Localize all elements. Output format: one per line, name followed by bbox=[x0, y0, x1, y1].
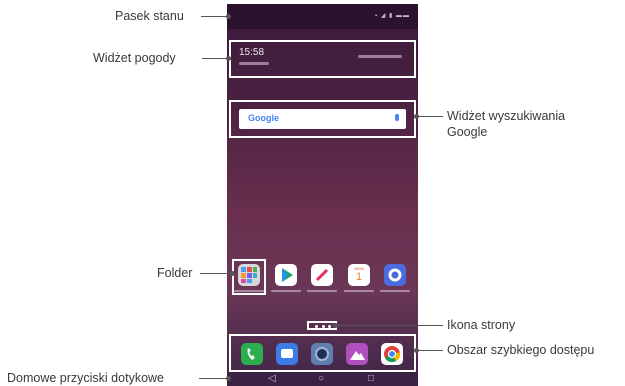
recent-apps-button[interactable]: □ bbox=[368, 373, 374, 384]
calendar-day: 1 bbox=[355, 271, 363, 283]
quick-access-leader bbox=[417, 350, 443, 351]
page-dot-1 bbox=[322, 325, 325, 328]
settings-label bbox=[380, 290, 410, 292]
phone-screen: ▪ ◢ ▮ ▬▬ 15:58 Google MON 1 ◁ ○ □ bbox=[227, 4, 418, 386]
settings-icon[interactable] bbox=[384, 264, 406, 286]
folder-label-callout: Folder bbox=[157, 266, 193, 280]
google-dot bbox=[414, 114, 419, 119]
messages-icon[interactable] bbox=[276, 343, 298, 365]
folder-label bbox=[234, 290, 264, 292]
home-buttons-leader bbox=[199, 378, 229, 379]
home-buttons-dot bbox=[226, 376, 231, 381]
notes-label bbox=[307, 290, 337, 292]
pencil-icon[interactable] bbox=[311, 264, 333, 286]
home-touch-buttons-label: Domowe przyciski dotykowe bbox=[7, 371, 164, 385]
weather-leader bbox=[202, 58, 229, 59]
quick-access-dot bbox=[414, 348, 419, 353]
handset-icon bbox=[247, 348, 255, 360]
microphone-icon[interactable] bbox=[395, 114, 399, 121]
status-bar-dot bbox=[226, 14, 231, 19]
status-bar-label: Pasek stanu bbox=[115, 9, 184, 23]
pencil-glyph-icon bbox=[315, 268, 329, 282]
message-bubble-icon bbox=[281, 349, 293, 358]
page-icon-label: Ikona strony bbox=[447, 318, 516, 332]
chrome-logo-icon bbox=[384, 346, 401, 363]
play-store-icon[interactable] bbox=[275, 264, 297, 286]
google-leader bbox=[417, 116, 443, 117]
play-store-label bbox=[271, 290, 301, 292]
weather-dot bbox=[226, 56, 231, 61]
quick-access-dock bbox=[229, 334, 416, 372]
google-logo: Google bbox=[248, 113, 279, 123]
mountain-icon bbox=[350, 351, 365, 360]
weather-time: 15:58 bbox=[239, 47, 265, 58]
camera-lens-icon bbox=[315, 347, 329, 361]
calendar-label bbox=[344, 290, 374, 292]
folder-dot bbox=[230, 271, 235, 276]
play-triangle-icon bbox=[282, 268, 293, 282]
folder-leader bbox=[200, 273, 233, 274]
google-search-widget[interactable]: Google bbox=[229, 100, 416, 138]
weather-widget[interactable]: 15:58 bbox=[229, 40, 416, 78]
page-icon-leader bbox=[335, 325, 443, 326]
status-bar-leader bbox=[201, 16, 229, 17]
folder-icon[interactable] bbox=[238, 264, 260, 286]
gallery-icon[interactable] bbox=[346, 343, 368, 365]
folder-grid-icon bbox=[241, 267, 257, 283]
back-button[interactable]: ◁ bbox=[268, 373, 276, 384]
home-button[interactable]: ○ bbox=[318, 373, 324, 384]
page-dot-2 bbox=[328, 325, 331, 328]
chrome-icon[interactable] bbox=[381, 343, 403, 365]
calendar-icon[interactable]: MON 1 bbox=[348, 264, 370, 286]
weather-date-placeholder bbox=[239, 62, 269, 65]
navigation-bar: ◁ ○ □ bbox=[227, 372, 418, 386]
weather-location-placeholder bbox=[358, 55, 402, 58]
quick-access-label: Obszar szybkiego dostępu bbox=[447, 343, 595, 357]
camera-icon[interactable] bbox=[311, 343, 333, 365]
page-icon-dot bbox=[333, 323, 338, 328]
google-search-bar[interactable]: Google bbox=[239, 109, 406, 129]
status-icons: ▪ ◢ ▮ ▬▬ bbox=[374, 13, 410, 19]
gear-icon bbox=[388, 268, 402, 282]
status-bar: ▪ ◢ ▮ ▬▬ bbox=[227, 4, 418, 29]
google-widget-label-2: Google bbox=[447, 125, 488, 139]
home-app-row: MON 1 bbox=[227, 259, 418, 298]
phone-icon[interactable] bbox=[241, 343, 263, 365]
google-widget-label-1: Widżet wyszukiwania bbox=[447, 109, 566, 123]
weather-widget-label: Widżet pogody bbox=[93, 51, 176, 65]
page-dot-home bbox=[315, 325, 318, 328]
